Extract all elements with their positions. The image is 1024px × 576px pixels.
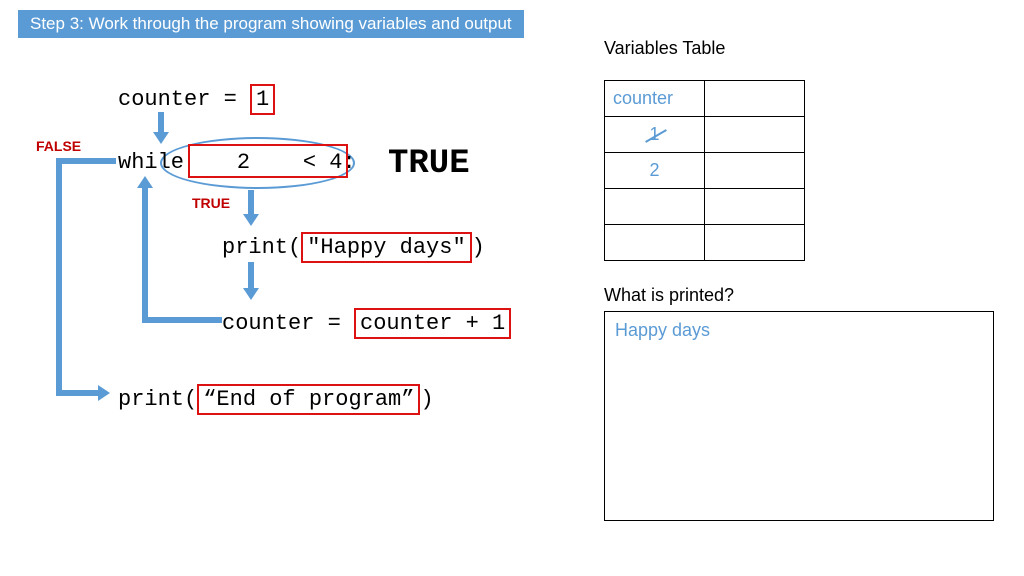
false-label: FALSE xyxy=(36,138,81,154)
true-result: TRUE xyxy=(388,145,470,183)
val-box-1: 1 xyxy=(250,84,275,115)
string-box-2: “End of program” xyxy=(197,384,420,415)
var-table-title: Variables Table xyxy=(604,38,725,59)
step-banner: Step 3: Work through the program showing… xyxy=(18,10,524,38)
arrow-5b xyxy=(56,158,62,394)
true-label-small: TRUE xyxy=(192,195,230,211)
while-keyword: while xyxy=(118,150,184,175)
arrow-1-line xyxy=(158,112,164,134)
expr-box: counter + 1 xyxy=(354,308,511,339)
print-call: print( xyxy=(222,235,301,260)
code-line-4: counter = counter + 1 xyxy=(222,308,511,339)
printed-title: What is printed? xyxy=(604,285,734,306)
var-header: counter xyxy=(605,81,705,117)
printed-line: Happy days xyxy=(615,320,983,341)
var-blank xyxy=(705,189,805,225)
arrow-4b xyxy=(142,186,148,323)
arrow-4a xyxy=(142,317,222,323)
close-paren: ) xyxy=(472,235,485,260)
arrow-5-head xyxy=(98,385,110,401)
arrow-3-line xyxy=(248,262,254,290)
condition-redbox xyxy=(188,144,348,178)
arrow-2-head xyxy=(243,214,259,226)
var-blank xyxy=(705,225,805,261)
var-blank xyxy=(605,225,705,261)
var-blank xyxy=(705,117,805,153)
var-blank xyxy=(705,153,805,189)
arrow-3-head xyxy=(243,288,259,300)
code-line-5: print(“End of program”) xyxy=(118,384,434,415)
arrow-4-head xyxy=(137,176,153,188)
code-line-1: counter = 1 xyxy=(118,84,275,115)
code-text: counter = xyxy=(118,87,250,112)
print-call-2: print( xyxy=(118,387,197,412)
var-row-2: 2 xyxy=(605,153,705,189)
var-blank xyxy=(705,81,805,117)
var-blank xyxy=(605,189,705,225)
printed-box: Happy days xyxy=(604,311,994,521)
arrow-5a xyxy=(56,158,116,164)
close-paren-2: ) xyxy=(420,387,433,412)
code-line-3: print("Happy days") xyxy=(222,232,485,263)
arrow-2-line xyxy=(248,190,254,216)
string-box: "Happy days" xyxy=(301,232,471,263)
arrow-1-head xyxy=(153,132,169,144)
arrow-5c xyxy=(56,390,100,396)
variables-table: counter 1 2 xyxy=(604,80,805,261)
assign-text: counter = xyxy=(222,311,354,336)
